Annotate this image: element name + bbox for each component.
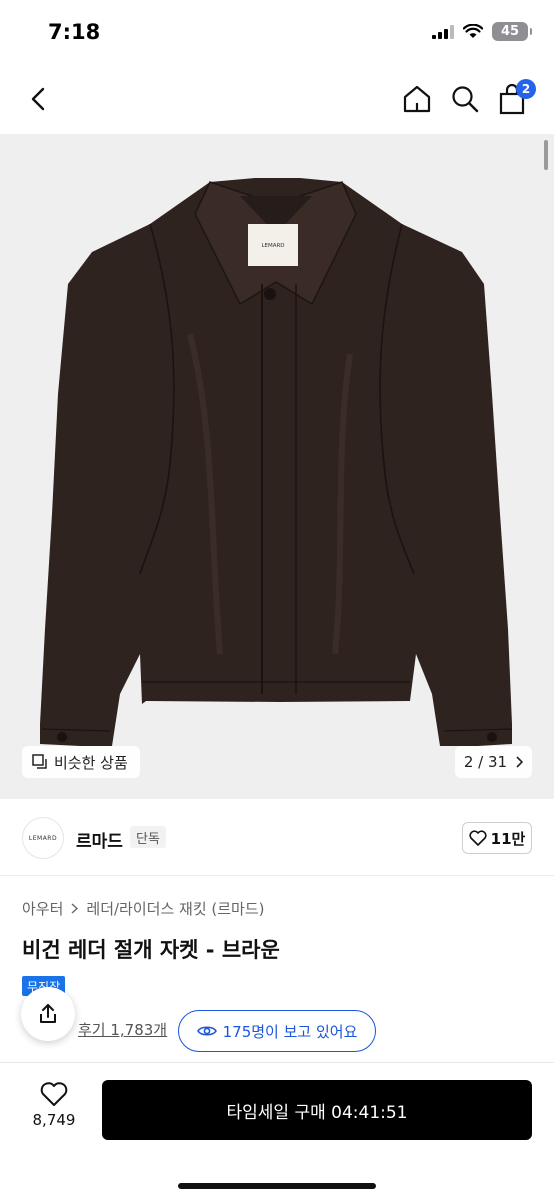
similar-products-button[interactable]: 비슷한 상품 — [22, 746, 140, 778]
heart-icon — [469, 830, 487, 846]
wifi-icon — [463, 24, 483, 38]
similar-products-label: 비슷한 상품 — [54, 753, 128, 772]
status-icons: 45 — [432, 22, 532, 41]
back-button[interactable] — [24, 84, 54, 114]
home-button[interactable] — [401, 83, 433, 115]
heart-icon — [40, 1082, 68, 1106]
brand-logo[interactable]: LEMARD — [22, 817, 64, 859]
battery-icon: 45 — [492, 22, 532, 41]
image-page-counter[interactable]: 2 / 31 — [455, 746, 532, 778]
wishlist-button[interactable]: 8,749 — [24, 1081, 84, 1141]
status-time: 7:18 — [48, 20, 101, 44]
eye-icon — [196, 1026, 217, 1036]
jacket-label-text: LEMARD — [261, 243, 284, 249]
cart-count-badge: 2 — [516, 79, 536, 99]
cart-button[interactable]: 2 — [496, 79, 536, 117]
breadcrumb-item[interactable]: 아우터 — [22, 898, 63, 919]
home-icon — [403, 85, 431, 113]
wishlist-count: 8,749 — [32, 1111, 76, 1129]
search-button[interactable] — [449, 83, 481, 115]
chevron-left-icon — [31, 87, 45, 111]
product-image-gallery[interactable]: LEMARD — [0, 134, 554, 799]
bottom-action-bar: 8,749 타임세일 구매 04:41:51 — [0, 1062, 554, 1200]
scroll-indicator — [544, 140, 548, 170]
home-indicator — [178, 1183, 376, 1189]
reviews-link[interactable]: 후기 1,783개 — [78, 1019, 167, 1040]
breadcrumb: 아우터 레더/라이더스 재킷 (르마드) — [22, 898, 265, 919]
leather-jacket-image: LEMARD — [40, 178, 513, 746]
breadcrumb-item[interactable]: 레더/라이더스 재킷 (르마드) — [86, 898, 264, 919]
top-nav: 2 — [0, 64, 554, 134]
product-title: 비건 레더 절개 자켓 - 브라운 — [22, 938, 280, 962]
viewers-chip: 175명이 보고 있어요 — [178, 1010, 376, 1052]
chevron-right-icon — [516, 756, 524, 768]
search-icon — [452, 86, 479, 113]
viewers-text: 175명이 보고 있어요 — [222, 1022, 358, 1041]
page-counter-text: 2 / 31 — [463, 753, 508, 771]
copy-squares-icon — [32, 754, 47, 769]
brand-logo-text: LEMARD — [28, 834, 58, 842]
status-bar: 7:18 45 — [0, 0, 554, 64]
cellular-signal-icon — [432, 24, 454, 39]
share-icon — [40, 1004, 56, 1023]
brand-name[interactable]: 르마드 — [76, 827, 123, 852]
brand-like-count: 11만 — [490, 829, 526, 848]
chevron-right-icon — [71, 903, 79, 914]
exclusive-tag: 단독 — [130, 826, 166, 848]
brand-row: LEMARD 르마드 단독 11만 — [0, 800, 554, 876]
brand-like-button[interactable]: 11만 — [462, 822, 532, 854]
share-button[interactable] — [21, 987, 75, 1041]
buy-button[interactable]: 타임세일 구매 04:41:51 — [102, 1080, 532, 1140]
